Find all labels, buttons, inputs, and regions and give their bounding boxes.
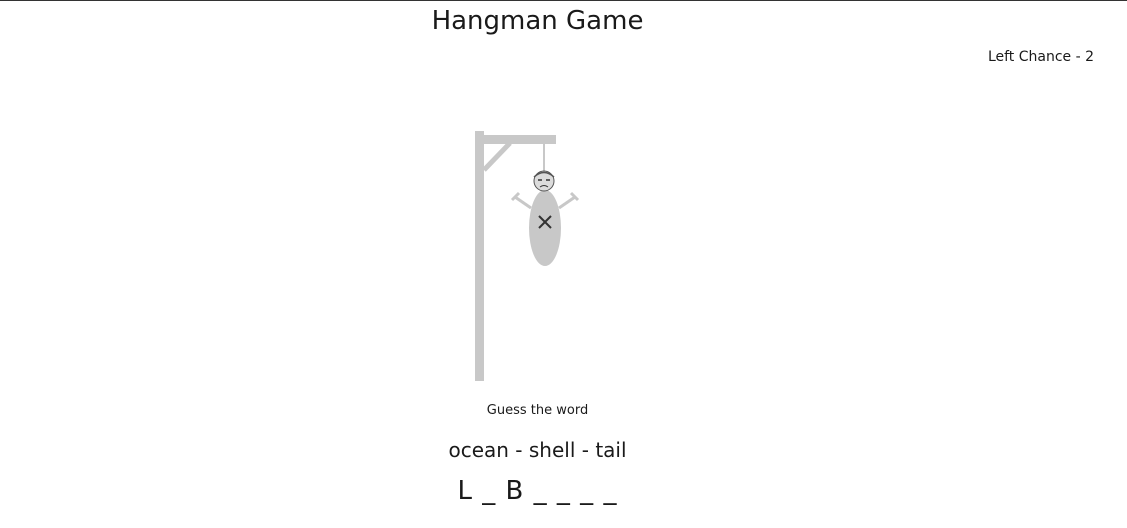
figure-right-arm [558, 195, 576, 210]
word-hint: ocean - shell - tail [448, 438, 627, 462]
figure-left-arm [514, 195, 532, 210]
hanged-figure-icon [510, 170, 580, 266]
figure-body [529, 190, 561, 266]
word-blanks: L _ B _ _ _ _ [457, 476, 618, 506]
gallows-beam [475, 135, 556, 144]
guess-prompt: Guess the word [486, 403, 589, 418]
gallows-brace [482, 141, 512, 172]
